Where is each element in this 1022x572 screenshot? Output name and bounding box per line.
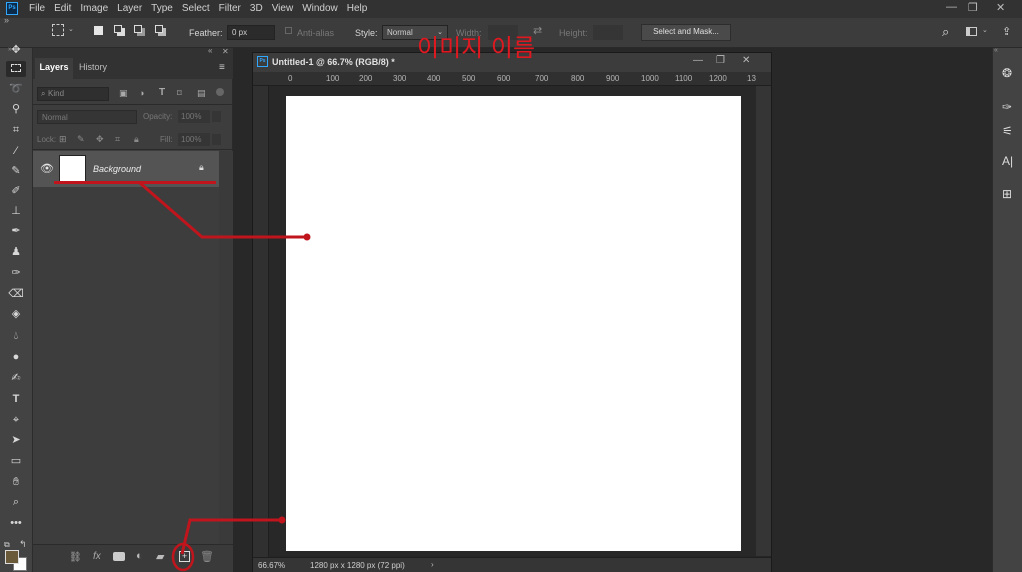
connector-dot [303,233,311,241]
connector-dot [278,516,286,524]
connector-background-line [139,181,307,239]
annotation-connectors [139,181,311,572]
annotation-background-title: 기본 백그라운드 [321,213,484,241]
connector-add-layer-line [180,518,280,555]
annotation-add-layer: 레이어 추가 / ctrl + shift + N [298,503,620,531]
annotation-background-note: (더블클릭시 layer1로 변합니다) [321,253,652,281]
